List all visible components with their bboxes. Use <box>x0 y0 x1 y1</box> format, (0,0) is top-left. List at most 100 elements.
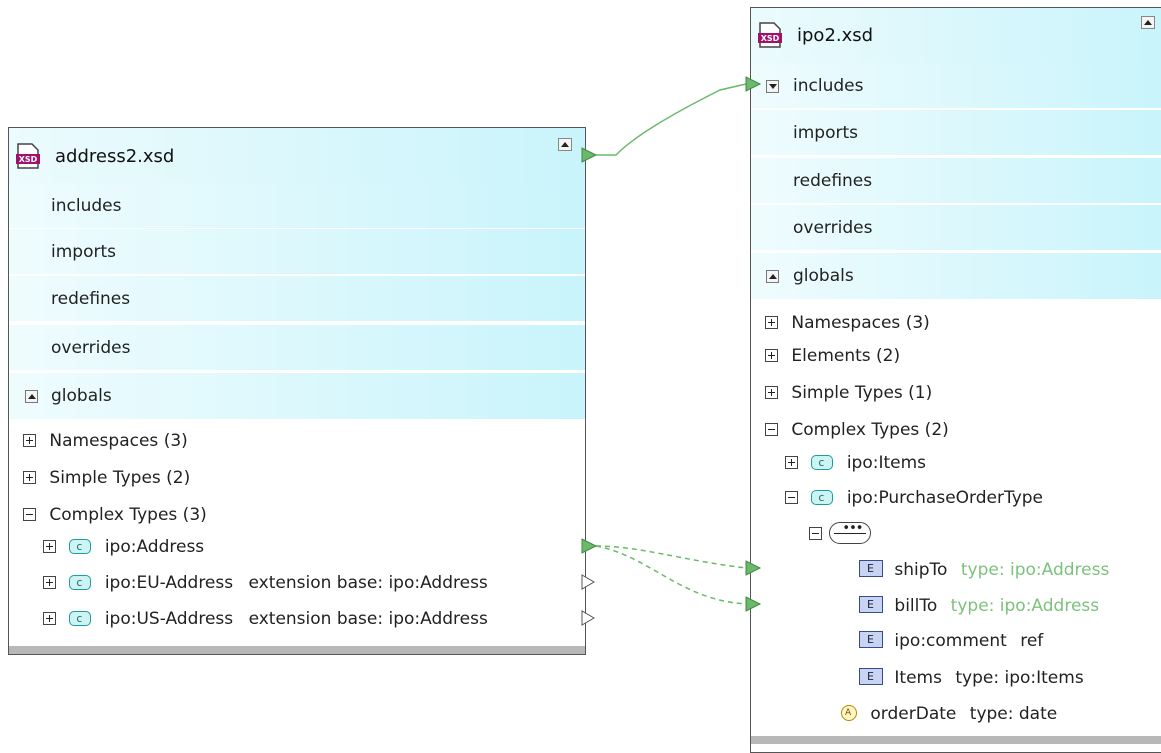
complex-type-icon <box>69 572 92 594</box>
element-type: type: ipo:Address <box>950 596 1100 616</box>
expand-icon[interactable] <box>43 540 56 553</box>
expand-icon[interactable] <box>765 386 778 399</box>
section-label: includes <box>51 196 122 216</box>
section-overrides[interactable]: overrides <box>751 205 1161 251</box>
section-label: globals <box>51 386 112 406</box>
collapse-globals-icon[interactable] <box>766 270 779 283</box>
tree-namespaces[interactable]: Namespaces (3) <box>765 312 930 334</box>
collapse-box-button[interactable] <box>1141 16 1155 29</box>
expand-includes-icon[interactable] <box>766 80 779 93</box>
expand-icon[interactable] <box>765 316 778 329</box>
expand-icon[interactable] <box>765 349 778 362</box>
complex-type-address[interactable]: ipo:Address <box>43 536 204 558</box>
tree-label: Complex Types (2) <box>791 420 949 440</box>
tree-complex-types[interactable]: Complex Types (3) <box>23 504 207 526</box>
section-label: imports <box>793 123 858 143</box>
element-billto[interactable]: billTo type: ipo:Address <box>859 594 1100 617</box>
svg-text:XSD: XSD <box>761 34 780 43</box>
section-label: overrides <box>793 218 873 238</box>
type-extension: extension base: ipo:Address <box>248 609 488 629</box>
section-imports[interactable]: imports <box>751 110 1161 156</box>
box-header[interactable]: XSD address2.xsd <box>9 128 585 183</box>
box-header[interactable]: XSD ipo2.xsd <box>751 8 1161 63</box>
sequence-icon <box>829 518 872 544</box>
element-icon <box>859 594 883 616</box>
complex-type-items[interactable]: ipo:Items <box>785 452 926 474</box>
box-bottom-bar <box>751 736 1161 744</box>
tree-label: Namespaces (3) <box>49 431 188 451</box>
tree-label: Complex Types (3) <box>49 505 207 525</box>
complex-type-icon <box>811 487 834 509</box>
tree-simple-types[interactable]: Simple Types (2) <box>23 467 190 489</box>
xsd-file-icon: XSD <box>16 143 40 169</box>
expand-icon[interactable] <box>785 456 798 469</box>
expand-icon[interactable] <box>23 471 36 484</box>
collapse-icon[interactable] <box>765 423 778 436</box>
svg-text:XSD: XSD <box>19 155 38 164</box>
complex-type-us-address[interactable]: ipo:US-Address extension base: ipo:Addre… <box>43 608 488 630</box>
attribute-type: type: date <box>969 704 1058 724</box>
box-title: ipo2.xsd <box>797 25 874 46</box>
box-bottom-bar <box>9 646 585 654</box>
shipto-connector-line <box>595 545 747 569</box>
section-includes[interactable]: includes <box>9 183 585 229</box>
element-comment[interactable]: ipo:comment ref <box>859 629 1043 652</box>
tree-label: Namespaces (3) <box>791 313 930 333</box>
collapse-icon[interactable] <box>785 491 798 504</box>
expand-icon[interactable] <box>43 576 56 589</box>
section-globals[interactable]: globals <box>9 373 585 419</box>
tree-label: Simple Types (1) <box>791 383 933 403</box>
section-label: imports <box>51 242 116 262</box>
element-shipto[interactable]: shipTo type: ipo:Address <box>859 558 1110 581</box>
collapse-globals-icon[interactable] <box>25 390 38 403</box>
section-label: redefines <box>51 289 131 309</box>
tree-label: Simple Types (2) <box>49 468 191 488</box>
type-name: ipo:Address <box>104 537 205 557</box>
element-type: type: ipo:Address <box>960 560 1110 580</box>
tree-complex-types[interactable]: Complex Types (2) <box>765 419 949 441</box>
section-redefines[interactable]: redefines <box>751 158 1161 204</box>
element-icon <box>859 666 883 688</box>
element-icon <box>859 558 883 580</box>
expand-icon[interactable] <box>43 612 56 625</box>
collapse-box-button[interactable] <box>558 138 572 151</box>
sequence-node[interactable] <box>809 518 872 544</box>
complex-type-icon <box>811 452 834 474</box>
tree-namespaces[interactable]: Namespaces (3) <box>23 430 188 452</box>
expand-icon[interactable] <box>23 434 36 447</box>
ipo2-xsd-box[interactable]: XSD ipo2.xsd includes imports redefines … <box>750 7 1161 753</box>
type-name: ipo:US-Address <box>104 609 234 629</box>
attribute-icon <box>841 702 857 724</box>
address2-xsd-box[interactable]: XSD address2.xsd includes imports redefi… <box>8 127 586 655</box>
collapse-icon[interactable] <box>23 508 36 521</box>
type-name: ipo:Items <box>846 453 927 473</box>
section-label: redefines <box>793 171 873 191</box>
attribute-orderdate[interactable]: orderDate type: date <box>841 702 1058 725</box>
section-imports[interactable]: imports <box>9 229 585 275</box>
section-overrides[interactable]: overrides <box>9 325 585 371</box>
element-name: shipTo <box>894 560 948 580</box>
attribute-name: orderDate <box>870 704 957 724</box>
section-includes[interactable]: includes <box>751 63 1161 109</box>
section-globals[interactable]: globals <box>751 253 1161 299</box>
type-name: ipo:EU-Address <box>104 573 234 593</box>
element-name: Items <box>894 668 942 688</box>
tree-elements[interactable]: Elements (2) <box>765 345 900 367</box>
complex-type-icon <box>69 608 92 630</box>
tree-label: Elements (2) <box>791 346 901 366</box>
complex-type-eu-address[interactable]: ipo:EU-Address extension base: ipo:Addre… <box>43 572 488 594</box>
element-items[interactable]: Items type: ipo:Items <box>859 666 1084 689</box>
element-name: billTo <box>894 596 938 616</box>
box-title: address2.xsd <box>55 146 175 167</box>
complex-type-icon <box>69 536 92 558</box>
element-icon <box>859 629 883 651</box>
xsd-file-icon: XSD <box>758 22 782 48</box>
complex-type-purchase-order[interactable]: ipo:PurchaseOrderType <box>785 487 1043 509</box>
element-name: ipo:comment <box>894 631 1007 651</box>
section-label: overrides <box>51 338 131 358</box>
tree-simple-types[interactable]: Simple Types (1) <box>765 382 932 404</box>
section-redefines[interactable]: redefines <box>9 276 585 322</box>
collapse-icon[interactable] <box>809 527 822 540</box>
type-extension: extension base: ipo:Address <box>248 573 488 593</box>
include-connector-line <box>596 83 747 156</box>
